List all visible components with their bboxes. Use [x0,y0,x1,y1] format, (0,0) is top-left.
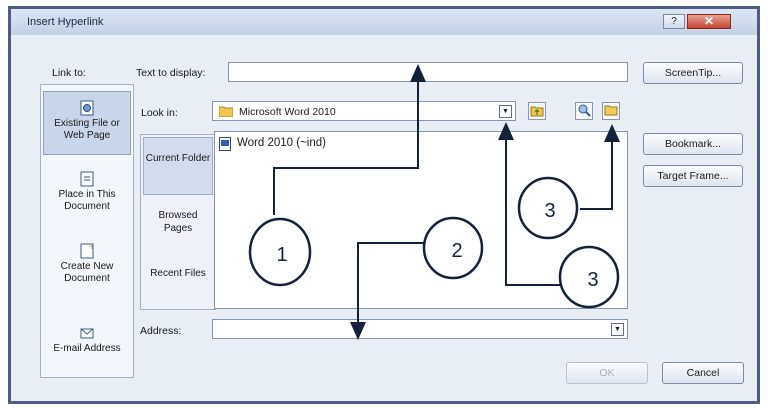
callout-label-2: 2 [451,240,462,262]
callout-arrow-1 [273,64,426,215]
callout-annotations: 1 2 3 3 [248,64,620,340]
callout-arrow-2 [350,242,424,340]
callout-label-3b: 3 [587,269,598,291]
callout-label-3a: 3 [544,200,555,222]
callout-arrow-3a [580,124,620,210]
callout-label-1: 1 [276,244,287,266]
